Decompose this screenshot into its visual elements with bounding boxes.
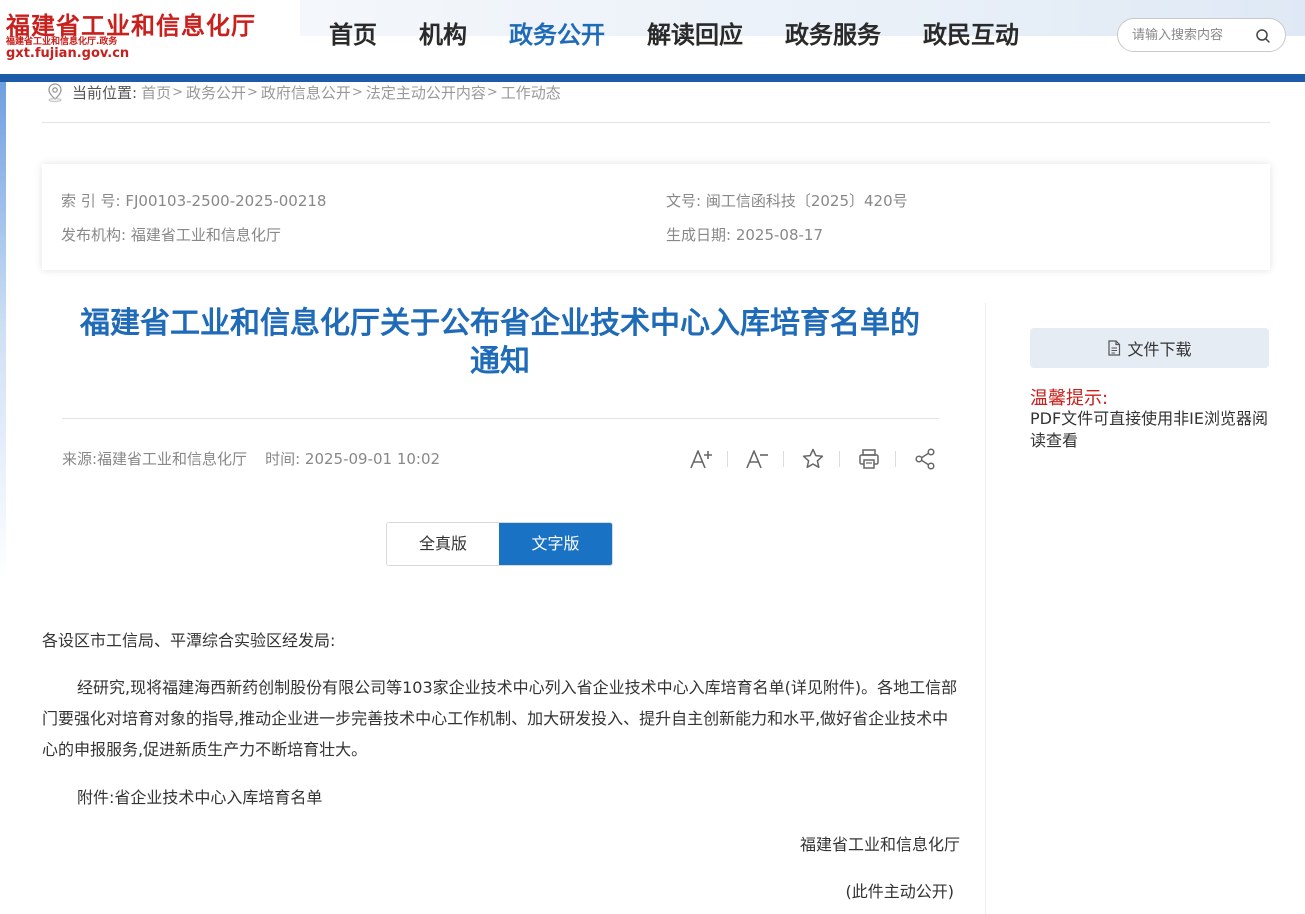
breadcrumb-item-government-affairs[interactable]: 政务公开	[186, 82, 246, 103]
breadcrumb-item-statutory-content[interactable]: 法定主动公开内容	[366, 82, 486, 103]
generation-date-label: 生成日期:	[666, 226, 732, 244]
tip-title: 温馨提示:	[1030, 388, 1109, 409]
tool-separator	[783, 451, 784, 467]
article-source: 来源:福建省工业和信息化厅	[62, 450, 248, 468]
breadcrumb-item-home[interactable]: 首页	[141, 82, 171, 103]
tip-text: PDF文件可直接使用非IE浏览器阅读查看	[1030, 409, 1269, 450]
nav-item-interaction[interactable]: 政民互动	[923, 18, 1019, 52]
index-number: 索 引 号: FJ00103-2500-2025-00218	[61, 190, 326, 211]
publisher-label: 发布机构:	[61, 226, 127, 244]
font-increase-icon[interactable]	[686, 444, 716, 474]
generation-date: 生成日期: 2025-08-17	[666, 224, 823, 245]
article-time-value: 2025-09-01 10:02	[304, 450, 441, 468]
breadcrumb-separator: >	[247, 84, 258, 100]
side-decoration	[0, 82, 6, 914]
nav-item-interpretation[interactable]: 解读回应	[647, 18, 743, 52]
share-icon[interactable]	[910, 444, 940, 474]
search-icon[interactable]	[1255, 28, 1271, 44]
breadcrumb-separator: >	[351, 84, 363, 100]
nav-item-home[interactable]: 首页	[329, 18, 377, 52]
publisher-value: 福建省工业和信息化厅	[130, 226, 281, 244]
article-title-line-1: 福建省工业和信息化厅关于公布省企业技术中心入库培育名单的	[80, 306, 920, 341]
file-download-button[interactable]: 文件下载	[1030, 328, 1269, 368]
article-title-line-2: 通知	[470, 344, 530, 379]
breadcrumb: 当前位置: 首页 > 政务公开 > 政府信息公开 > 法定主动公开内容 > 工作…	[46, 80, 561, 104]
star-icon[interactable]	[798, 444, 828, 474]
search-box	[1117, 18, 1286, 52]
breadcrumb-item-work-news[interactable]: 工作动态	[501, 82, 561, 103]
content-sidebar-divider	[985, 303, 986, 914]
document-number-value: 闽工信函科技〔2025〕420号	[705, 192, 908, 210]
search-input[interactable]	[1132, 25, 1252, 45]
document-info-card: 索 引 号: FJ00103-2500-2025-00218 文号: 闽工信函科…	[42, 164, 1270, 270]
article-time-label: 时间:	[265, 450, 301, 468]
main-paragraph: 经研究,现将福建海西新药创制股份有限公司等103家企业技术中心列入省企业技术中心…	[42, 678, 958, 759]
location-pin-icon	[48, 83, 62, 102]
publisher: 发布机构: 福建省工业和信息化厅	[61, 224, 281, 245]
breadcrumb-label: 当前位置:	[72, 83, 138, 102]
salutation: 各设区市工信局、平潭综合实验区经发局:	[42, 631, 336, 650]
breadcrumb-divider	[42, 122, 1270, 123]
document-number: 文号: 闽工信函科技〔2025〕420号	[666, 190, 908, 211]
nav-item-institutions[interactable]: 机构	[419, 18, 467, 52]
index-number-label: 索 引 号:	[61, 192, 121, 210]
disclosure-note: (此件主动公开)	[845, 882, 955, 901]
print-icon[interactable]	[854, 444, 884, 474]
site-header: 福建省工业和信息化厅 福建省工业和信息化厅.政务 gxt.fujian.gov.…	[0, 0, 1305, 74]
title-divider	[62, 418, 939, 419]
version-toggle: 全真版 文字版	[386, 522, 613, 566]
nav-item-services[interactable]: 政务服务	[785, 18, 881, 52]
signature: 福建省工业和信息化厅	[799, 835, 960, 854]
tool-separator	[839, 451, 840, 467]
nav-item-government-affairs[interactable]: 政务公开	[509, 18, 605, 52]
tool-separator	[895, 451, 896, 467]
breadcrumb-separator: >	[172, 84, 183, 100]
article-title: 福建省工业和信息化厅关于公布省企业技术中心入库培育名单的 通知	[46, 305, 954, 381]
generation-date-value: 2025-08-17	[735, 226, 824, 244]
breadcrumb-separator: >	[486, 84, 498, 100]
document-icon	[1108, 340, 1121, 356]
index-number-value: FJ00103-2500-2025-00218	[125, 192, 327, 210]
attachment-note: 附件:省企业技术中心入库培育名单	[77, 788, 323, 807]
text-version-tab[interactable]: 文字版	[499, 523, 612, 565]
logo-url: gxt.fujian.gov.cn	[6, 46, 130, 61]
document-number-label: 文号:	[666, 192, 702, 210]
breadcrumb-item-information-disclosure[interactable]: 政府信息公开	[261, 82, 351, 103]
tool-separator	[727, 451, 728, 467]
article-meta: 来源:福建省工业和信息化厅 时间: 2025-09-01 10:02	[62, 448, 440, 469]
full-version-tab[interactable]: 全真版	[387, 523, 499, 565]
file-download-label: 文件下载	[1127, 340, 1192, 359]
site-logo[interactable]: 福建省工业和信息化厅 福建省工业和信息化厅.政务 gxt.fujian.gov.…	[6, 6, 276, 66]
font-decrease-icon[interactable]	[742, 444, 772, 474]
